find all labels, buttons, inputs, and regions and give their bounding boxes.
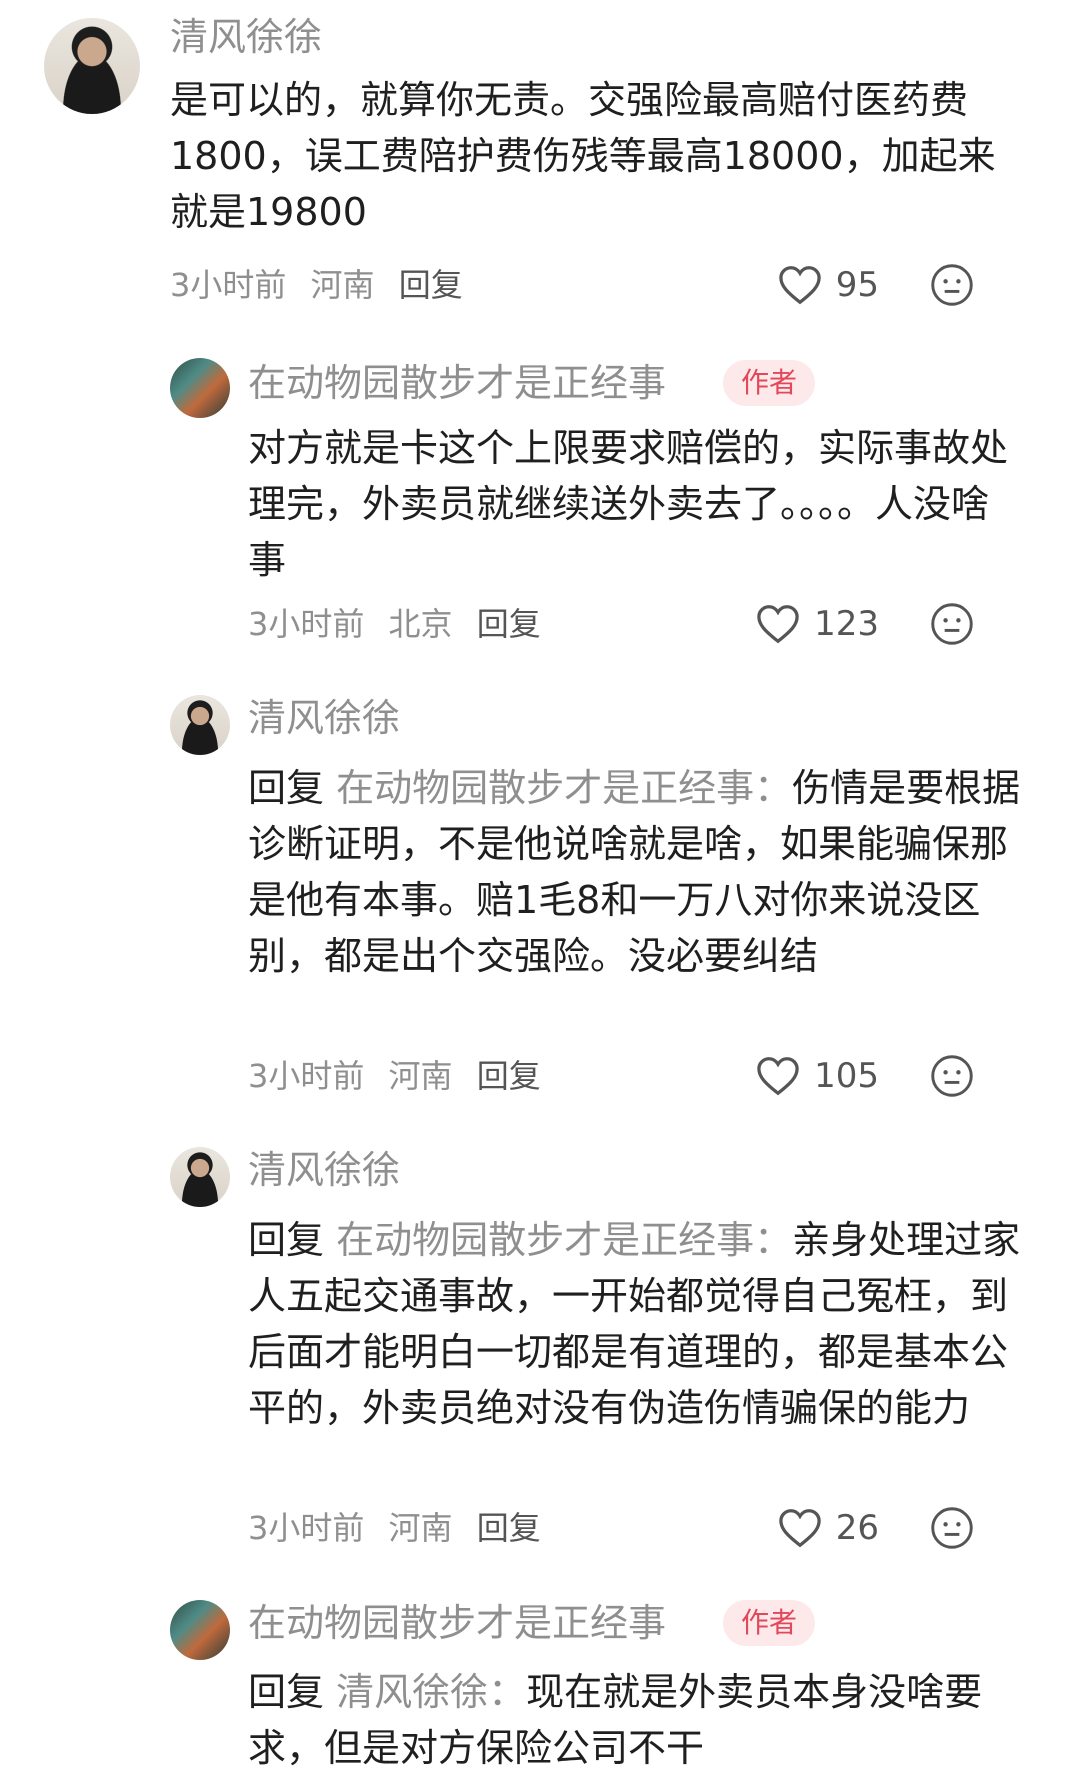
emoji-face-icon[interactable] [930,263,974,307]
comment-text: 回复 在动物园散步才是正经事：伤情是要根据诊断证明，不是他说啥就是啥，如果能骗保… [248,760,1038,984]
like-count: 123 [814,604,879,644]
author-badge: 作者 [723,360,816,406]
like-button[interactable]: 26 [778,1506,879,1550]
comment-text: 对方就是卡这个上限要求赔偿的，实际事故处理完，外卖员就继续送外卖去了。。。。人没… [248,426,1009,582]
like-button[interactable]: 95 [778,263,879,307]
like-count: 95 [835,265,879,305]
username[interactable]: 清风徐徐 [248,1147,400,1193]
like-count: 26 [835,1508,879,1548]
emoji-face-icon[interactable] [930,602,974,646]
heart-icon [757,1057,799,1096]
comment-location: 北京 [388,605,453,643]
reply-target-user[interactable]: 在动物园散步才是正经事： [336,766,792,810]
comment-text: 回复 清风徐徐：现在就是外卖员本身没啥要求，但是对方保险公司不干 [248,1664,1038,1776]
reply-button[interactable]: 回复 [477,1057,541,1095]
username[interactable]: 在动物园散步才是正经事 [248,1600,666,1646]
like-button[interactable]: 123 [756,602,879,646]
reply-target-user[interactable]: 在动物园散步才是正经事： [336,1218,792,1262]
username[interactable]: 在动物园散步才是正经事 [248,360,666,406]
heart-icon [779,266,821,305]
avatar[interactable] [44,18,140,114]
emoji-face-icon[interactable] [930,1054,974,1098]
like-button[interactable]: 105 [756,1054,879,1098]
reply-prefix: 回复 [248,1218,325,1262]
username[interactable]: 清风徐徐 [170,14,322,60]
comment-text: 回复 在动物园散步才是正经事：亲身处理过家人五起交通事故，一开始都觉得自己冤枉，… [248,1212,1038,1436]
comment-location: 河南 [310,266,375,304]
comment-time: 3小时前 [170,266,287,304]
heart-icon [757,605,799,644]
comment-time: 3小时前 [248,1057,365,1095]
avatar[interactable] [170,695,230,755]
reply-prefix: 回复 [248,1670,325,1714]
reply-button[interactable]: 回复 [399,266,463,304]
comment-meta: 3小时前 河南 回复 [170,265,477,305]
comment-text: 是可以的，就算你无责。交强险最高赔付医药费1800，误工费陪护费伤残等最高180… [170,78,996,234]
reply-button[interactable]: 回复 [477,1509,541,1547]
avatar[interactable] [170,1147,230,1207]
reply-prefix: 回复 [248,766,325,810]
reply-target-user[interactable]: 清风徐徐： [336,1670,526,1714]
comment-time: 3小时前 [248,1509,365,1547]
username[interactable]: 清风徐徐 [248,695,400,741]
comment-location: 河南 [388,1057,453,1095]
comment-meta: 3小时前 北京 回复 [248,604,555,644]
avatar[interactable] [170,1600,230,1660]
avatar[interactable] [170,358,230,418]
emoji-face-icon[interactable] [930,1506,974,1550]
comment-meta: 3小时前 河南 回复 [248,1056,555,1096]
comment-meta: 3小时前 河南 回复 [248,1508,555,1548]
comment-location: 河南 [388,1509,453,1547]
reply-button[interactable]: 回复 [477,605,541,643]
like-count: 105 [814,1056,879,1096]
heart-icon [779,1509,821,1548]
author-badge: 作者 [723,1600,816,1646]
comment-time: 3小时前 [248,605,365,643]
